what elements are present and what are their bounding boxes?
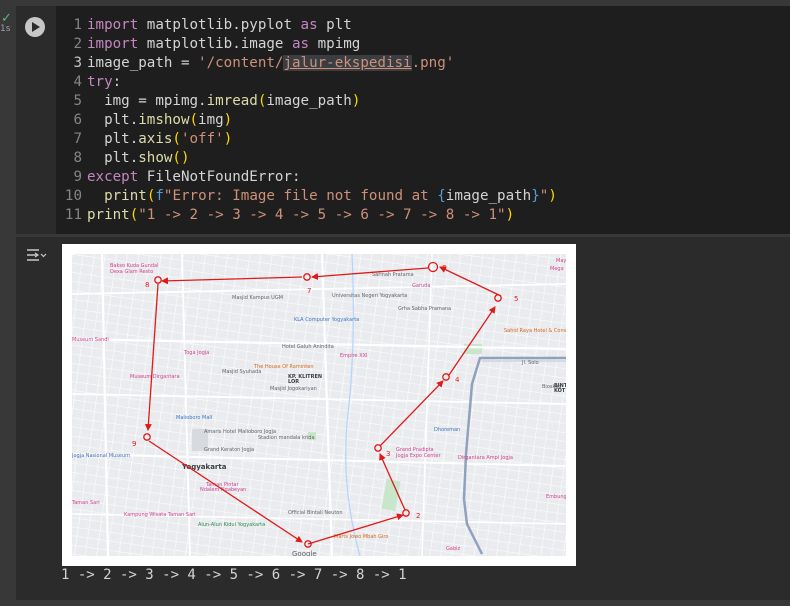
svg-text:Kampung Wisata Taman Sari: Kampung Wisata Taman Sari [124, 512, 196, 518]
svg-text:Museum Sandi: Museum Sandi [72, 337, 109, 343]
run-button[interactable] [25, 17, 45, 37]
svg-text:Taman Sari: Taman Sari [72, 500, 100, 506]
svg-text:LOR: LOR [288, 379, 299, 385]
svg-text:Grand Keraton Jogja: Grand Keraton Jogja [204, 447, 254, 453]
svg-text:Grha Sabha Pramana: Grha Sabha Pramana [398, 306, 451, 312]
check-icon: ✓ [1, 11, 12, 26]
svg-text:Toga Jogja: Toga Jogja [183, 350, 209, 356]
code-line: 4 try: [73, 74, 122, 90]
svg-text:Stadion mandala krida: Stadion mandala krida [258, 435, 315, 441]
svg-text:2: 2 [416, 512, 420, 520]
svg-text:6: 6 [442, 264, 447, 272]
svg-text:Marts Jowo Mbah Giro: Marts Jowo Mbah Giro [334, 534, 388, 540]
svg-text:Jogja Expo Center: Jogja Expo Center [395, 453, 441, 459]
code-line: 3 image_path = '/content/jalur-ekspedisi.… [73, 55, 455, 71]
code-line: 5 img = mpimg.imread(image_path) [73, 93, 361, 109]
svg-text:KOT: KOT [554, 388, 566, 394]
svg-text:Dexa Glam Resto: Dexa Glam Resto [110, 269, 153, 275]
code-line: 1 import matplotlib.pyplot as plt [73, 17, 352, 33]
svg-text:The House Of Raminten: The House Of Raminten [253, 364, 314, 370]
svg-text:Jl. Solo: Jl. Solo [521, 360, 539, 366]
left-gutter [0, 0, 16, 606]
svg-text:Garuda: Garuda [412, 283, 430, 289]
code-line: 11 print("1 -> 2 -> 3 -> 4 -> 5 -> 6 -> 7… [64, 207, 515, 223]
svg-text:Sarinah Pratama: Sarinah Pratama [372, 272, 414, 278]
svg-text:Google: Google [292, 550, 317, 556]
svg-text:Alun-Alun Kidul Yogyakarta: Alun-Alun Kidul Yogyakarta [198, 522, 265, 528]
svg-text:4: 4 [455, 376, 460, 384]
code-line: 6 plt.imshow(img) [73, 112, 233, 128]
svg-text:Universitas Negeri Yogyakarta: Universitas Negeri Yogyakarta [332, 293, 407, 299]
svg-text:Mega: Mega [550, 266, 564, 272]
svg-text:Hotel Galuh Anindita: Hotel Galuh Anindita [282, 344, 334, 350]
svg-text:Masjid Kampus UGM: Masjid Kampus UGM [232, 295, 283, 301]
svg-text:Malioboro Mall: Malioboro Mall [176, 415, 212, 421]
svg-text:Dirgantara Ampi Jogja: Dirgantara Ampi Jogja [458, 455, 513, 461]
svg-text:Museum Dirgantara: Museum Dirgantara [130, 374, 180, 380]
output-toggle-icon[interactable] [25, 246, 47, 264]
code-line: 7 plt.axis('off') [73, 131, 233, 147]
svg-text:9: 9 [132, 440, 136, 448]
code-editor[interactable]: 1 import matplotlib.pyplot as plt 2 import… [56, 6, 790, 234]
execution-status: ✓ 1s [0, 11, 16, 34]
svg-text:KLA Computer Yogyakarta: KLA Computer Yogyakarta [294, 317, 359, 323]
svg-text:Sahid Raya Hotel & Convention: Sahid Raya Hotel & Convention Yogyakarta [504, 328, 566, 334]
svg-text:Embung Tambak: Embung Tambak [546, 494, 566, 500]
svg-text:Gabiz: Gabiz [446, 546, 461, 552]
stdout-text: 1 -> 2 -> 3 -> 4 -> 5 -> 6 -> 7 -> 8 -> … [61, 567, 407, 583]
code-line: 10 print(f"Error: Image file not found a… [64, 188, 557, 204]
svg-text:Jogja Nasional Museum: Jogja Nasional Museum [72, 453, 130, 459]
code-line: 8 plt.show() [73, 150, 190, 166]
svg-text:3: 3 [386, 450, 390, 458]
svg-text:5: 5 [514, 295, 518, 303]
code-line: 2 import matplotlib.image as mpimg [73, 36, 361, 52]
svg-text:Mayas: Mayas [556, 258, 566, 264]
svg-text:Amaris Hotel Malioboro Jogja: Amaris Hotel Malioboro Jogja [204, 429, 276, 435]
route-map-image: Bakso Kuda Gundal Dexa Glam Resto Sarina… [72, 254, 566, 556]
svg-text:Masjid Jogokariyan: Masjid Jogokariyan [270, 386, 317, 392]
svg-text:7: 7 [307, 287, 311, 295]
code-line: 9 except FileNotFoundError: [73, 169, 301, 185]
svg-text:Official Bintali Neuton: Official Bintali Neuton [288, 510, 343, 516]
svg-text:Empire XXI: Empire XXI [340, 353, 368, 359]
svg-text:8: 8 [145, 281, 149, 289]
svg-text:Dhoreman: Dhoreman [434, 427, 460, 433]
execution-duration: 1s [0, 24, 11, 34]
run-area [16, 6, 56, 234]
